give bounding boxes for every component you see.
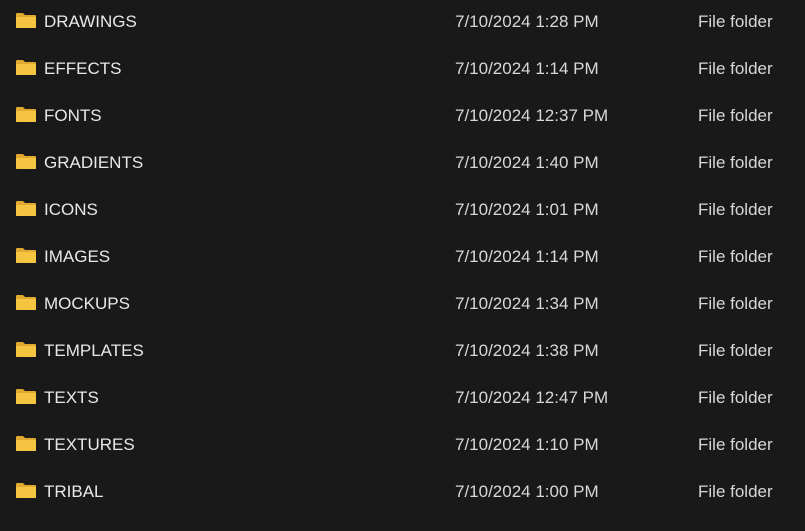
file-type: File folder [698, 153, 773, 172]
date-modified: 7/10/2024 1:10 PM [455, 435, 599, 454]
folder-icon [16, 342, 36, 357]
list-item-tribal[interactable]: TRIBAL 7/10/2024 1:00 PM File folder [0, 470, 805, 517]
date-modified: 7/10/2024 1:01 PM [455, 200, 599, 219]
folder-icon [16, 248, 36, 263]
file-type: File folder [698, 200, 773, 219]
date-modified: 7/10/2024 12:47 PM [455, 388, 609, 407]
list-item-images[interactable]: IMAGES 7/10/2024 1:14 PM File folder [0, 235, 805, 282]
folder-name: EFFECTS [44, 59, 122, 78]
date-modified: 7/10/2024 1:34 PM [455, 294, 599, 313]
folder-name: IMAGES [44, 247, 111, 266]
folder-icon [16, 154, 36, 169]
folder-icon [16, 107, 36, 122]
date-modified: 7/10/2024 1:14 PM [455, 59, 599, 78]
folder-icon [16, 295, 36, 310]
folder-icon [16, 483, 36, 498]
date-modified: 7/10/2024 1:38 PM [455, 341, 599, 360]
folder-name: TEMPLATES [44, 341, 144, 360]
date-modified: 7/10/2024 1:00 PM [455, 482, 599, 501]
folder-name: TEXTURES [44, 435, 135, 454]
list-item-textures[interactable]: TEXTURES 7/10/2024 1:10 PM File folder [0, 423, 805, 470]
file-type: File folder [698, 12, 773, 31]
folder-icon [16, 60, 36, 75]
folder-name: GRADIENTS [44, 153, 144, 172]
folder-icon [16, 13, 36, 28]
date-modified: 7/10/2024 1:28 PM [455, 12, 599, 31]
file-type: File folder [698, 435, 773, 454]
folder-name: MOCKUPS [44, 294, 130, 313]
folder-icon [16, 201, 36, 216]
file-type: File folder [698, 482, 773, 501]
list-item-fonts[interactable]: FONTS 7/10/2024 12:37 PM File folder [0, 94, 805, 141]
folder-icon [16, 436, 36, 451]
date-modified: 7/10/2024 1:40 PM [455, 153, 599, 172]
file-type: File folder [698, 106, 773, 125]
list-item-templates[interactable]: TEMPLATES 7/10/2024 1:38 PM File folder [0, 329, 805, 376]
file-type: File folder [698, 341, 773, 360]
list-item-mockups[interactable]: MOCKUPS 7/10/2024 1:34 PM File folder [0, 282, 805, 329]
list-item-icons[interactable]: ICONS 7/10/2024 1:01 PM File folder [0, 188, 805, 235]
file-list: DRAWINGS 7/10/2024 1:28 PM File folder E… [0, 0, 805, 531]
list-item-texts[interactable]: TEXTS 7/10/2024 12:47 PM File folder [0, 376, 805, 423]
folder-name: DRAWINGS [44, 12, 137, 31]
folder-name: ICONS [44, 200, 98, 219]
date-modified: 7/10/2024 12:37 PM [455, 106, 609, 125]
folder-name: TEXTS [44, 388, 99, 407]
file-type: File folder [698, 388, 773, 407]
file-type: File folder [698, 247, 773, 266]
list-item-drawings[interactable]: DRAWINGS 7/10/2024 1:28 PM File folder [0, 0, 805, 47]
list-item-effects[interactable]: EFFECTS 7/10/2024 1:14 PM File folder [0, 47, 805, 94]
folder-name: FONTS [44, 106, 102, 125]
list-item-gradients[interactable]: GRADIENTS 7/10/2024 1:40 PM File folder [0, 141, 805, 188]
folder-name: TRIBAL [44, 482, 104, 501]
file-type: File folder [698, 59, 773, 78]
folder-icon [16, 389, 36, 404]
date-modified: 7/10/2024 1:14 PM [455, 247, 599, 266]
file-type: File folder [698, 294, 773, 313]
